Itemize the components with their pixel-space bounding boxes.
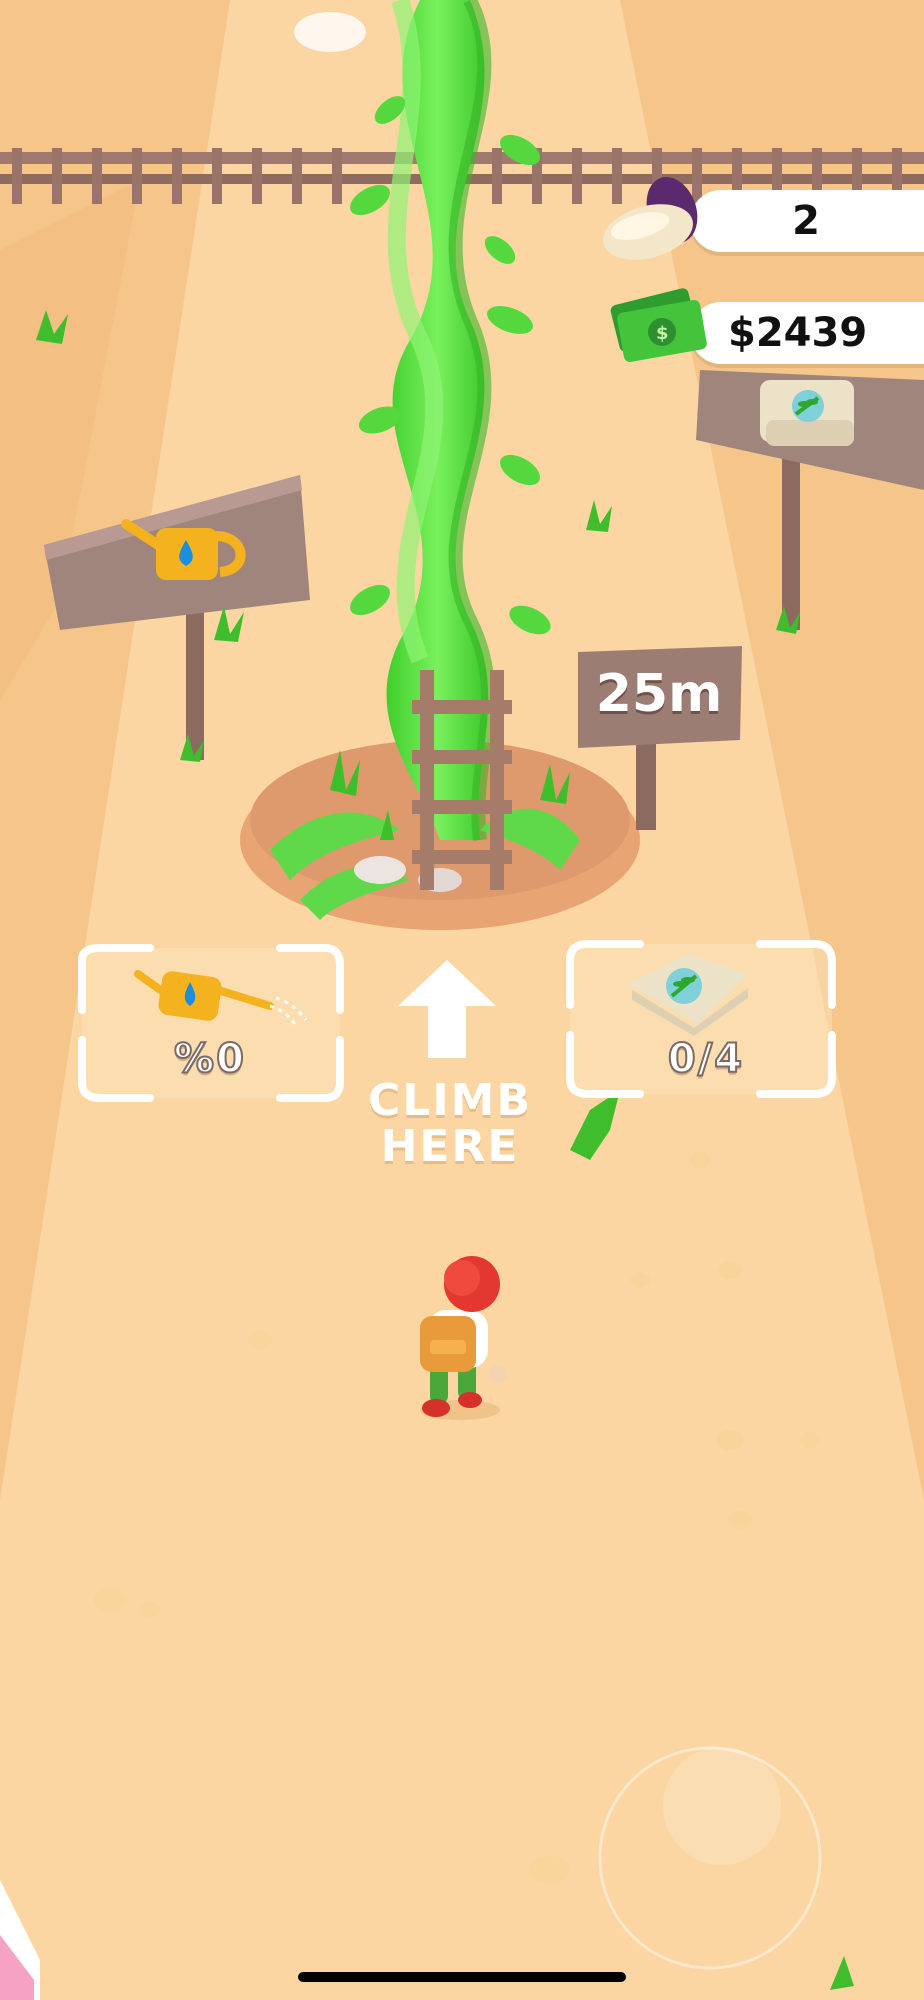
water-zone-watering-can-icon <box>134 970 308 1027</box>
seed-progress: 0/4 <box>667 1035 745 1083</box>
money-amount: $2439 <box>728 310 868 356</box>
money-icon: $ <box>610 288 707 362</box>
climb-label-line2: HERE <box>380 1121 520 1172</box>
bean-icon <box>603 177 698 260</box>
arrow-up-icon <box>398 960 496 1058</box>
height-label: 25m <box>595 664 723 724</box>
beans-count: 2 <box>792 198 820 244</box>
climb-label-line1: CLIMB <box>367 1075 533 1126</box>
seed-bag-icon <box>760 380 854 446</box>
game-scene: 2 $ $2439 25m %0 0/4 CLIMB HERE <box>0 0 924 2000</box>
water-progress: %0 <box>173 1035 246 1083</box>
seed-zone-seed-bag-icon <box>628 954 748 1036</box>
svg-text:$: $ <box>656 323 669 344</box>
climb-here-label: CLIMB HERE <box>340 1078 560 1170</box>
watering-can-icon <box>121 519 246 580</box>
